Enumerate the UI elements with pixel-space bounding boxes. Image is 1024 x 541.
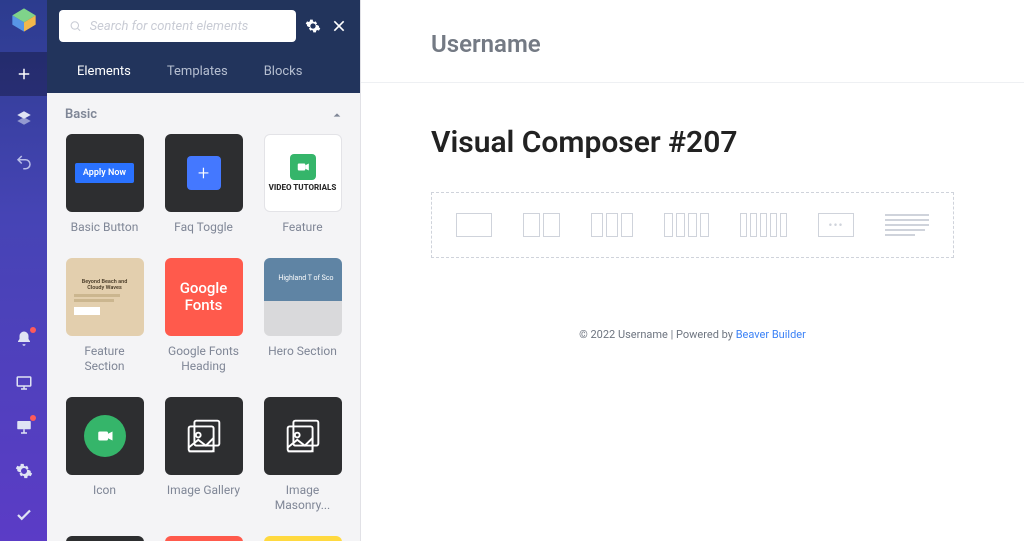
search-input[interactable] (90, 19, 286, 34)
row-option-more[interactable]: ••• (818, 213, 854, 237)
element-image-gallery[interactable]: Image Gallery (164, 397, 243, 514)
hero-text: Highland T of Sco (278, 274, 333, 282)
rail-notifications-button[interactable] (0, 317, 47, 361)
rail-layers-button[interactable] (0, 96, 47, 140)
row-option-2col[interactable] (523, 213, 560, 237)
element-label: Feature Section (65, 344, 144, 375)
panel-tabs: Elements Templates Blocks (59, 52, 348, 93)
app-logo (10, 6, 38, 34)
element-label: Icon (65, 483, 144, 499)
page-footer: © 2022 Username | Powered by Beaver Buil… (361, 308, 1024, 381)
row-layout-chooser: ••• (431, 192, 954, 258)
section-header[interactable]: Basic (47, 93, 360, 134)
element-label: Feature (263, 220, 342, 236)
element-label: Faq Toggle (164, 220, 243, 236)
element-icon[interactable]: Icon (65, 397, 144, 514)
element-label: Google Fonts Heading (164, 344, 243, 375)
gallery-icon (181, 413, 227, 459)
section-title: Basic (65, 107, 97, 122)
rail-undo-button[interactable] (0, 140, 47, 184)
tab-elements[interactable]: Elements (59, 52, 149, 93)
row-option-1col[interactable] (456, 213, 492, 237)
row-option-text[interactable] (885, 214, 929, 236)
camera-icon (290, 154, 316, 180)
footer-link[interactable]: Beaver Builder (736, 328, 806, 341)
rail-desktop-button[interactable] (0, 361, 47, 405)
element-partial-1[interactable] (65, 536, 144, 541)
element-label: Basic Button (65, 220, 144, 236)
rail-done-button[interactable] (0, 493, 47, 537)
search-icon (69, 19, 82, 33)
row-option-5col[interactable] (740, 213, 787, 237)
panel-close-button[interactable] (330, 17, 348, 35)
panel-header: Elements Templates Blocks (47, 0, 360, 93)
search-container (59, 10, 296, 42)
element-feature-section[interactable]: Beyond Beach and Cloudy Waves Feature Se… (65, 258, 144, 375)
panel-settings-button[interactable] (304, 17, 322, 35)
element-partial-2[interactable] (164, 536, 243, 541)
element-hero-section[interactable]: Highland T of Sco Hero Section (263, 258, 342, 375)
page-title: Visual Composer #207 (361, 83, 1024, 192)
element-basic-button[interactable]: Apply Now Basic Button (65, 134, 144, 236)
notification-dot-icon (30, 415, 36, 421)
preview-text: Beyond Beach and Cloudy Waves (74, 279, 136, 291)
rail-presentation-button[interactable] (0, 405, 47, 449)
site-username: Username (361, 30, 1024, 58)
element-image-masonry[interactable]: Image Masonry... (263, 397, 342, 514)
row-option-3col[interactable] (591, 213, 633, 237)
elements-panel: Elements Templates Blocks Basic Apply No… (47, 0, 361, 541)
elements-grid: Apply Now Basic Button + Faq Toggle VIDE… (47, 134, 360, 541)
masonry-icon (280, 413, 326, 459)
plus-icon: + (187, 156, 221, 190)
left-rail (0, 0, 47, 541)
element-faq-toggle[interactable]: + Faq Toggle (164, 134, 243, 236)
rail-add-button[interactable] (0, 52, 47, 96)
element-label: Image Gallery (164, 483, 243, 499)
row-option-4col[interactable] (664, 213, 709, 237)
element-feature[interactable]: VIDEO TUTORIALS Feature (263, 134, 342, 236)
element-label: Hero Section (263, 344, 342, 360)
chevron-up-icon (332, 110, 342, 120)
dots-icon: ••• (818, 213, 854, 237)
tab-blocks[interactable]: Blocks (246, 52, 321, 93)
element-label: Image Masonry... (263, 483, 342, 514)
feature-text: VIDEO TUTORIALS (269, 184, 337, 193)
element-partial-3[interactable] (263, 536, 342, 541)
canvas-header: Username (361, 0, 1024, 83)
page-canvas: Username Visual Composer #207 ••• © 2022… (361, 0, 1024, 541)
element-google-fonts-heading[interactable]: Google Fonts Google Fonts Heading (164, 258, 243, 375)
rail-settings-button[interactable] (0, 449, 47, 493)
gfonts-text: Google Fonts (165, 280, 243, 313)
camera-icon (84, 415, 126, 457)
button-preview: Apply Now (75, 163, 134, 183)
tab-templates[interactable]: Templates (149, 52, 246, 93)
notification-dot-icon (30, 327, 36, 333)
footer-text: © 2022 Username | Powered by (579, 328, 736, 341)
